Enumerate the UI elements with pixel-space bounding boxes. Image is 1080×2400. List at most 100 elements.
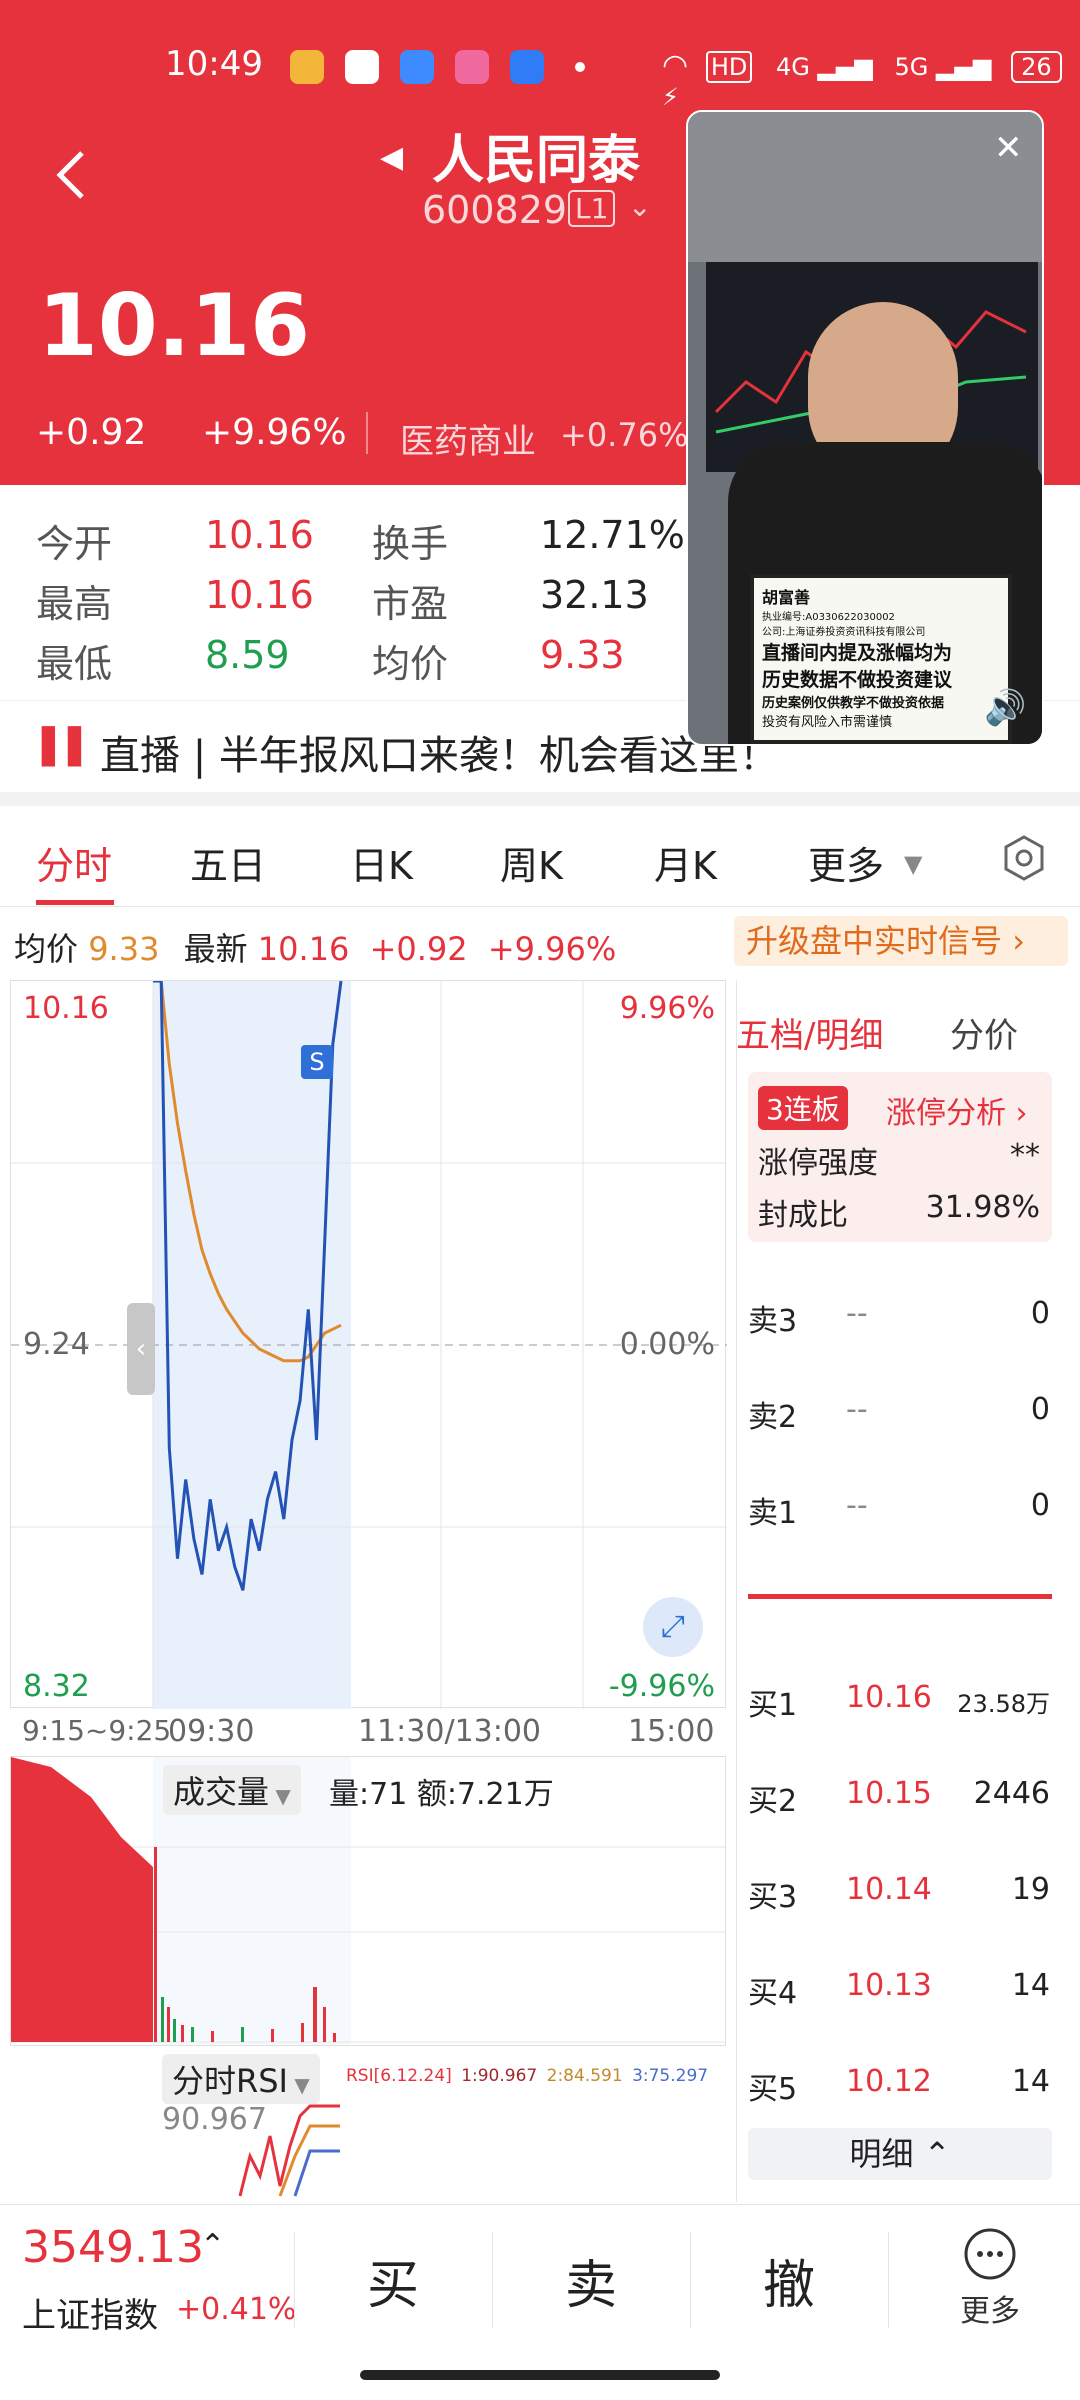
hd-badge: HD [705,51,753,83]
buy-button[interactable]: 买 [298,2236,488,2336]
chevron-up-icon[interactable]: ⌃ [200,2228,225,2263]
more-dropdown-icon[interactable]: ▼ [904,850,922,878]
bid-volume: 14 [1011,2064,1050,2099]
rsi-chart-area[interactable]: 分时RSI ▼ RSI[6.12.24] 1:90.967 2:84.591 3… [10,2046,726,2202]
back-button[interactable] [52,145,92,205]
limit-up-card[interactable]: 3连板 涨停分析 › 涨停强度 ** 封成比 31.98% [748,1072,1052,1242]
y-label-top-left: 10.16 [23,991,109,1026]
y-label-bottom-left: 8.32 [23,1669,90,1704]
volume-detail: 量:71 额:7.21万 [329,1777,554,1812]
stat-label-open: 今开 [36,522,113,566]
bid-volume: 23.58万 [957,1690,1050,1718]
speaker-icon[interactable]: 🔊 [984,688,1026,728]
volume-bar [167,2007,170,2042]
bid-ask-divider [748,1594,1052,1599]
stat-label-turnover: 换手 [372,522,449,566]
status-app-icons [290,50,586,84]
preopen-volume-area [11,1757,153,2042]
detail-button[interactable]: 明细 ⌃ [748,2128,1052,2180]
home-indicator[interactable] [360,2370,720,2380]
wifi-icon: ◠ [662,48,689,83]
seal-ratio-value: 31.98% [925,1190,1040,1225]
battery-icon: 26 [1011,51,1062,83]
sell-button[interactable]: 卖 [496,2236,686,2336]
level-badge[interactable]: L1 [568,190,616,227]
stock-code: 600829 [422,188,568,232]
volume-bar [241,2027,244,2042]
close-video-icon[interactable]: ✕ [994,128,1023,168]
tab-price-distribution[interactable]: 分价 [950,1008,1018,1057]
tab-intraday[interactable]: 分时 [36,835,112,890]
stat-label-pe: 市盈 [372,582,449,626]
tab-week-k[interactable]: 周K [500,835,563,890]
limit-strength-value: ** [1010,1138,1040,1173]
index-name[interactable]: 上证指数 [22,2288,158,2337]
volume-bar [173,2019,176,2042]
intraday-chart-area[interactable]: 10.16 9.96% 9.24 0.00% 8.32 -9.96% S ‹ ⤢ [10,979,727,1709]
fullscreen-icon[interactable]: ⤢ [643,1597,703,1657]
limit-analysis-label: 涨停分析 [886,1096,1006,1131]
video-ceiling [688,112,1042,262]
bid-price: 10.14 [846,1872,932,1907]
signal-bars-icon-2: ▂▄▆ [936,53,992,81]
tab-day-k[interactable]: 日K [350,835,413,890]
volume-bar [271,2029,274,2042]
weibo-icon [290,50,324,84]
y-label-mid-right: 0.00% [619,1327,715,1362]
latest-label: 最新 [183,930,248,968]
upgrade-signal-button[interactable]: 升级盘中实时信号 › [734,916,1068,966]
time-label-open: 09:30 [168,1714,255,1749]
time-label-close: 15:00 [628,1714,715,1749]
sign-line-1: 胡富善 [762,588,811,607]
stat-label-high: 最高 [36,582,113,626]
index-pct: +0.41% [176,2292,297,2327]
cancel-order-button[interactable]: 撤 [694,2236,884,2336]
volume-label: 成交量 [173,1773,270,1811]
upgrade-label: 升级盘中实时信号 [746,922,1003,960]
prev-stock-icon[interactable]: ◀ [380,140,403,175]
tab-order-book[interactable]: 五档/明细 [736,1008,883,1057]
dropdown-icon: ▼ [269,1784,291,1808]
stock-title: 人民同泰 [432,131,641,191]
limit-streak-badge: 3连板 [758,1086,848,1130]
stat-label-low: 最低 [36,642,113,686]
rsi-line-2 [278,2124,340,2197]
tab-more[interactable]: 更多 [808,835,884,890]
volume-indicator-selector[interactable]: 成交量 ▼ [163,1765,301,1815]
price-change: +0.92 [36,412,147,453]
volume-chart-area[interactable]: 成交量 ▼ 量:71 额:7.21万 [10,1756,726,2046]
ask-price: -- [846,1392,868,1427]
sign-line-5: 历史数据不做投资建议 [762,669,953,691]
limit-strength-label: 涨停强度 [758,1146,878,1181]
ask-volume: 0 [1030,1488,1050,1523]
volume-bar [323,2007,326,2042]
bid-price: 10.16 [846,1680,932,1715]
bid-label: 买1 [748,1688,798,1723]
collapse-handle-icon[interactable]: ‹ [127,1303,155,1395]
live-video-window[interactable]: 胡富善 执业编号:A0330622030002 公司:上海证券投资资讯科技有限公… [686,110,1044,746]
sector-name[interactable]: 医药商业 [400,414,536,463]
banner-text: 直播 | 半年报风口来袭！机会看这里！ [100,733,779,779]
bid-label: 买2 [748,1784,798,1819]
volume-bar [211,2031,214,2042]
time-label-noon: 11:30/13:00 [358,1714,542,1749]
signal-marker[interactable]: S [301,1045,333,1079]
tab-5day[interactable]: 五日 [190,835,266,890]
y-label-top-right: 9.96% [619,991,715,1026]
code-dropdown-icon[interactable]: ⌄ [628,190,651,223]
volume-bar [301,2023,304,2042]
bid-volume: 19 [1011,1872,1050,1907]
settings-button[interactable] [1000,834,1048,882]
stat-value-avg: 9.33 [540,633,625,677]
time-label-preopen: 9:15~9:25 [22,1714,172,1747]
volume-bar [333,2033,336,2042]
signal-4g: 4G [776,53,810,81]
ask-volume: 0 [1030,1392,1050,1427]
more-button[interactable]: 更多 [920,2226,1060,2336]
index-value[interactable]: 3549.13 [22,2222,204,2273]
volume-bar [191,2027,194,2042]
tab-indicator [36,900,114,905]
limit-analysis-link[interactable]: 涨停分析 › [886,1088,1028,1132]
stat-value-high: 10.16 [205,573,314,617]
tab-month-k[interactable]: 月K [654,835,717,890]
